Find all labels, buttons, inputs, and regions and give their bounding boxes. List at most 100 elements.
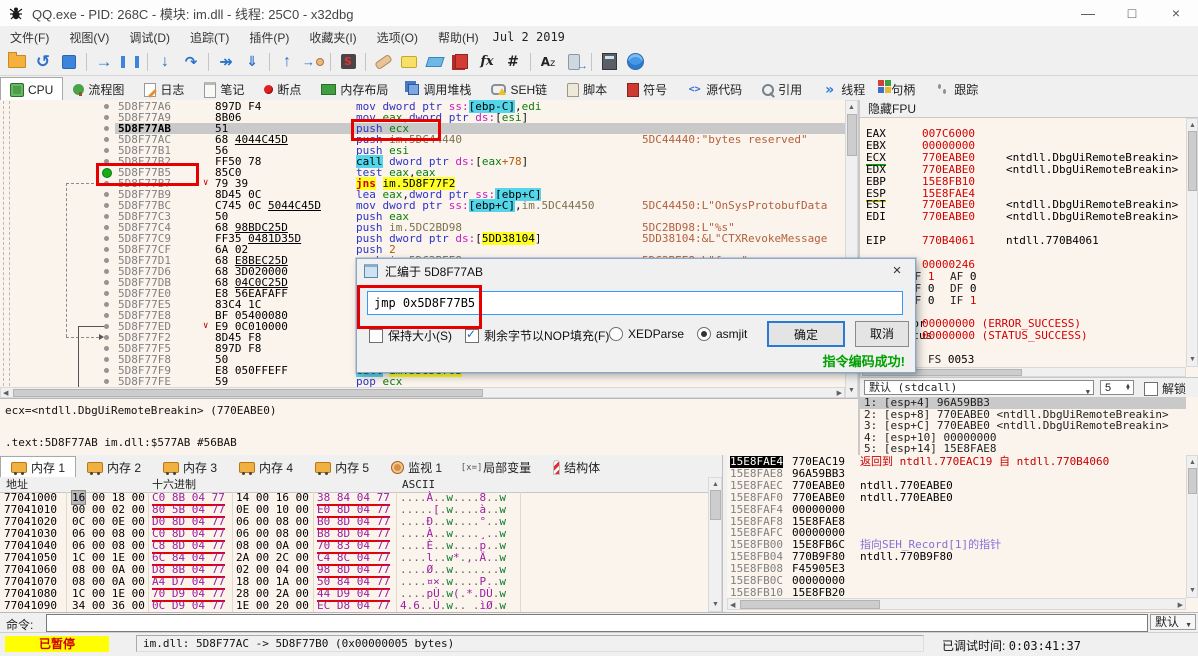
strings-icon[interactable] (536, 50, 560, 74)
run-to-user-code-icon[interactable] (301, 50, 325, 74)
tab-notes[interactable]: 笔记 (194, 78, 254, 100)
scroll-right-icon[interactable]: ▶ (1178, 601, 1183, 610)
scroll-right-icon[interactable]: ▶ (837, 389, 842, 398)
open-file-icon[interactable] (5, 50, 29, 74)
patch-icon[interactable] (371, 50, 395, 74)
dump-tab-7[interactable]: 结构体 (542, 457, 611, 477)
argument-row[interactable]: 2: [esp+8] 770EABE0 <ntdll.DbgUiRemoteBr… (860, 409, 1186, 421)
tab-references[interactable]: 引用 (752, 78, 812, 100)
register-row[interactable]: EIP 770B4061 ntdll.770B4061 (866, 235, 1099, 247)
memory-dump-panel[interactable]: 内存 1内存 2内存 3内存 4内存 5监视 1局部变量结构体 地址 十六进制 … (0, 455, 722, 614)
tab-trace[interactable]: 跟踪 (925, 78, 988, 100)
tab-cpu[interactable]: CPU (0, 77, 64, 100)
scroll-thumb[interactable] (710, 490, 721, 520)
menu-item-2[interactable]: 调试(D) (119, 29, 180, 46)
dialog-close-button[interactable]: × (883, 259, 911, 283)
comment-icon[interactable] (397, 50, 421, 74)
run-icon[interactable] (92, 50, 116, 74)
scroll-thumb[interactable] (1188, 131, 1197, 191)
restart-icon[interactable] (31, 50, 55, 74)
tab-symbols[interactable]: 符号 (617, 78, 677, 100)
menu-item-4[interactable]: 插件(P) (239, 29, 299, 46)
tab-log[interactable]: 日志 (134, 78, 194, 100)
menu-item-1[interactable]: 视图(V) (59, 29, 119, 46)
ok-button[interactable]: 确定 (767, 321, 845, 347)
stepper-down-icon[interactable]: ▼ (1125, 386, 1131, 392)
stack-vscrollbar[interactable]: ▲ ▼ (1186, 455, 1198, 598)
tab-source[interactable]: 源代码 (677, 78, 752, 100)
menu-item-6[interactable]: 选项(O) (367, 29, 428, 46)
cancel-button[interactable]: 取消 (855, 321, 909, 347)
stack-row[interactable]: 15E8FAE8 96A59BB3 (727, 467, 1186, 480)
dump-tab-0[interactable]: 内存 1 (0, 456, 77, 478)
scroll-left-icon[interactable]: ◀ (730, 601, 735, 610)
regs-vscrollbar[interactable]: ▲ ▼ (1186, 118, 1198, 367)
asmjit-radio[interactable]: asmjit (697, 327, 747, 341)
bookmarks-icon[interactable] (449, 50, 473, 74)
menu-item-3[interactable]: 追踪(T) (180, 29, 239, 46)
radio-selected-icon[interactable] (697, 327, 711, 341)
register-row[interactable]: EDI 770EABE0 <ntdll.DbgUiRemoteBreakin> (866, 211, 1178, 223)
dump-tab-4[interactable]: 内存 5 (304, 457, 380, 477)
xedparse-radio[interactable]: XEDParse (609, 327, 684, 341)
scroll-down-icon[interactable]: ▼ (1189, 355, 1196, 364)
command-scope-select[interactable]: 默认 ▼ (1150, 614, 1196, 630)
menu-item-7[interactable]: 帮助(H) (428, 29, 489, 46)
scroll-down-icon[interactable]: ▼ (848, 386, 855, 395)
scroll-thumb[interactable] (13, 389, 483, 397)
checkbox-icon[interactable] (1144, 381, 1158, 396)
dump-tab-1[interactable]: 内存 2 (76, 457, 152, 477)
dump-tab-2[interactable]: 内存 3 (152, 457, 228, 477)
pause-icon[interactable] (118, 50, 142, 74)
scroll-up-icon[interactable]: ▲ (1189, 458, 1196, 467)
scroll-up-icon[interactable]: ▲ (712, 480, 719, 489)
radio-icon[interactable] (609, 327, 623, 341)
dump-tab-3[interactable]: 内存 4 (228, 457, 304, 477)
tab-graph[interactable]: 流程图 (63, 78, 134, 100)
arg-count-stepper[interactable]: 5 ▲ ▼ (1100, 380, 1134, 395)
label-icon[interactable] (423, 50, 447, 74)
tab-call-stack[interactable]: 调用堆栈 (398, 78, 481, 100)
scroll-left-icon[interactable]: ◀ (3, 389, 8, 398)
unlock-checkbox[interactable]: 解锁 (1144, 380, 1186, 397)
stack-row[interactable]: 15E8FAF0 770EABE0 ntdll.770EABE0 (727, 491, 1186, 504)
tab-memory-map[interactable]: 内存布局 (311, 78, 398, 100)
calling-convention-select[interactable]: 默认 (stdcall) ▼ (864, 380, 1094, 396)
argument-row[interactable]: 3: [esp+C] 770EABE0 <ntdll.DbgUiRemoteBr… (860, 420, 1186, 432)
stack-row[interactable]: 15E8FB10 15E8FB20 (727, 586, 1186, 599)
tab-threads[interactable]: 线程 (812, 78, 875, 100)
nop-fill-checkbox[interactable]: 剩余字节以NOP填充(F) (465, 327, 609, 344)
hash-icon[interactable] (501, 50, 525, 74)
keep-size-checkbox[interactable]: 保持大小(S) (369, 327, 452, 344)
calculator-icon[interactable] (597, 50, 621, 74)
function-icon[interactable] (475, 50, 499, 74)
checkbox-icon[interactable] (369, 328, 383, 343)
disasm-hscrollbar[interactable]: ◀ ▶ (0, 387, 845, 398)
stack-row[interactable]: 15E8FAEC 770EABE0 ntdll.770EABE0 (727, 479, 1186, 492)
attach-icon[interactable] (562, 50, 588, 74)
stack-hscrollbar[interactable]: ◀ ▶ (727, 598, 1186, 610)
menu-item-5[interactable]: 收藏夹(I) (299, 29, 366, 46)
step-over-icon[interactable] (179, 50, 203, 74)
stack-panel[interactable]: 15E8FAE4 770EAC19 返回到 ntdll.770EAC19 自 ntd… (727, 455, 1198, 612)
scroll-thumb[interactable] (847, 114, 857, 156)
scroll-up-icon[interactable]: ▲ (1189, 121, 1196, 130)
dump-tab-5[interactable]: 监视 1 (380, 457, 453, 477)
dump-tab-6[interactable]: 局部变量 (453, 457, 542, 477)
argument-row[interactable]: 4: [esp+10] 00000000 (860, 432, 1186, 444)
argument-row[interactable]: 5: [esp+14] 15E8FAE8 (860, 443, 1186, 455)
tab-seh-chain[interactable]: SEH链 (481, 78, 557, 100)
command-input[interactable] (46, 614, 1148, 632)
dump-row[interactable]: 77041090 34 00 36 00 0C D9 04 77 1E 00 20 0… (0, 600, 706, 614)
step-into-icon[interactable] (153, 50, 177, 74)
stack-row[interactable]: 15E8FAF4 00000000 (727, 503, 1186, 516)
execute-till-return-icon[interactable] (275, 50, 299, 74)
hide-fpu-button[interactable]: 隐藏FPU (860, 100, 1198, 118)
step-out-icon[interactable] (240, 50, 264, 74)
menu-item-0[interactable]: 文件(F) (0, 29, 59, 46)
stop-icon[interactable] (57, 50, 81, 74)
scroll-down-icon[interactable]: ▼ (712, 600, 719, 609)
minimize-button[interactable]: — (1066, 0, 1110, 26)
tab-script[interactable]: 脚本 (557, 78, 617, 100)
scroll-thumb[interactable] (1188, 468, 1197, 494)
